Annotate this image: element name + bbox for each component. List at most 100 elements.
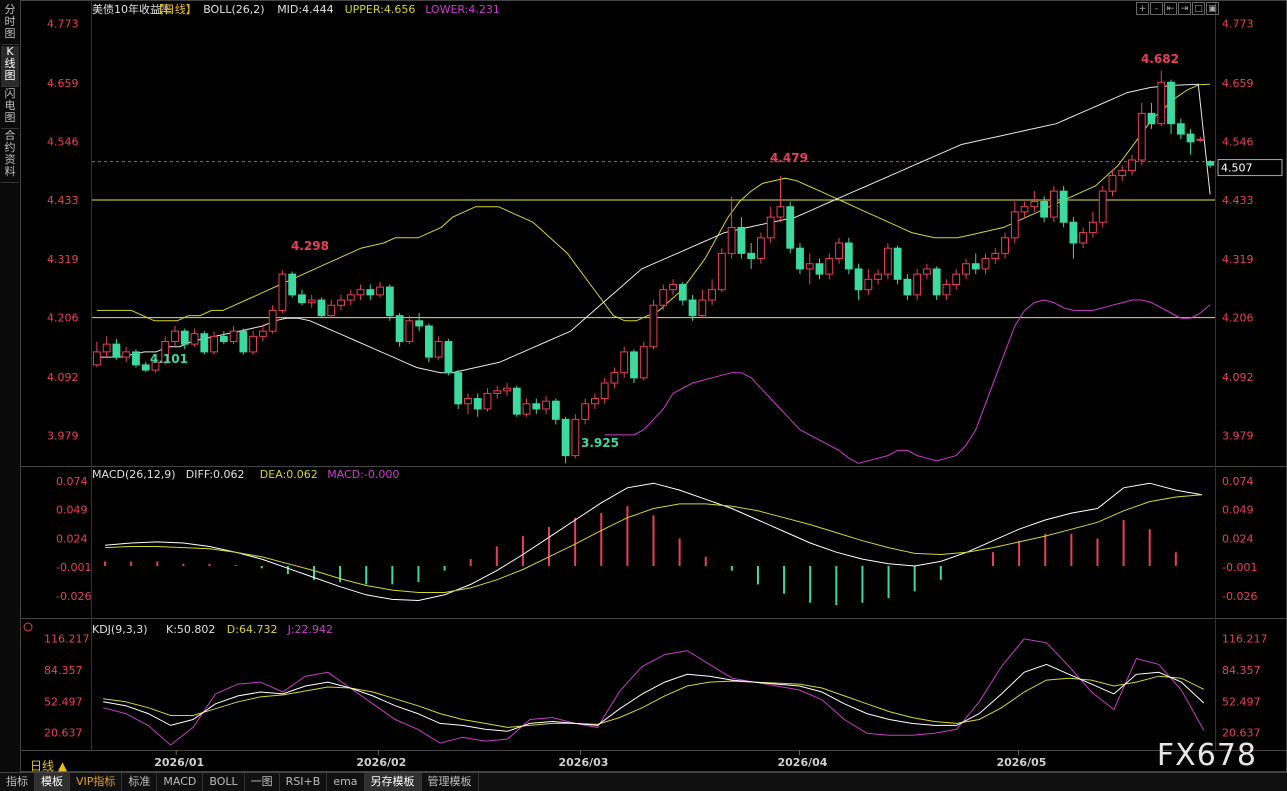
candle-body <box>766 216 775 239</box>
candle-body <box>659 289 668 306</box>
price-tick-right: 4.773 <box>1222 18 1254 31</box>
kdj-d-line <box>103 675 1205 728</box>
candle-body <box>893 247 902 280</box>
candle-body <box>1040 201 1049 218</box>
candle-body <box>874 273 883 280</box>
kdj-tick-right: 84.357 <box>1222 664 1261 677</box>
candle-body <box>249 335 258 353</box>
date-label: 2026/02 <box>356 756 406 769</box>
annotation-peak-mar: 4.479 <box>770 151 808 165</box>
toolbar-btn-0[interactable]: + <box>1136 2 1149 15</box>
price-tick-right: 4.659 <box>1222 77 1254 90</box>
bottom-tab-9[interactable]: 另存模板 <box>364 773 422 791</box>
candle-body <box>1118 169 1127 177</box>
watermark-logo: FX678 <box>1156 738 1257 773</box>
kdj-header-d: D:64.732 <box>227 623 278 636</box>
candle-body <box>1186 133 1195 143</box>
kdj-tick-left: 20.637 <box>44 727 83 740</box>
candle-body <box>971 263 980 270</box>
candle-body <box>288 273 297 296</box>
kdj-tick-left: 84.357 <box>44 664 83 677</box>
candle-body <box>669 283 677 291</box>
candle-body <box>405 320 414 343</box>
price-tick-right: 3.979 <box>1222 429 1254 442</box>
candle-body <box>1069 221 1078 244</box>
candle-body <box>1167 81 1175 125</box>
macd-tick-left: 0.074 <box>56 475 88 488</box>
candle-body <box>717 252 726 291</box>
candle-body <box>1137 112 1146 161</box>
macd-header-diff: DIFF:0.062 <box>186 468 245 481</box>
kdj-header-j: J:22.942 <box>287 623 333 636</box>
candle-body <box>376 286 384 296</box>
macd-tick-right: -0.026 <box>1222 590 1257 603</box>
candle-body <box>756 237 765 260</box>
candle-body <box>532 403 541 410</box>
candle-body <box>678 283 687 301</box>
candle-body <box>747 252 756 260</box>
candle-body <box>122 351 131 358</box>
candle-body <box>327 304 336 317</box>
candle-body <box>317 299 326 317</box>
candle-body <box>415 320 424 327</box>
toolbar-btn-5[interactable]: ▣ <box>1206 2 1219 15</box>
candle-body <box>815 263 824 275</box>
candle-body <box>171 330 179 343</box>
kdj-tick-left: 52.497 <box>44 695 83 708</box>
candle-body <box>1030 201 1039 208</box>
candle-body <box>92 351 101 366</box>
candle-body <box>854 268 863 291</box>
candle-body <box>239 330 248 353</box>
price-tick-left: 4.659 <box>47 77 79 90</box>
toolbar-btn-3[interactable]: ⇥ <box>1178 2 1191 15</box>
candle-body <box>503 387 511 392</box>
candle-body <box>932 268 941 296</box>
date-label: 2026/04 <box>777 756 827 769</box>
candle-body <box>649 304 658 348</box>
toolbar-btn-2[interactable]: ⇤ <box>1164 2 1177 15</box>
macd-tick-left: -0.001 <box>56 561 91 574</box>
price-tick-right: 4.319 <box>1222 253 1254 266</box>
price-tick-left: 4.433 <box>47 194 79 207</box>
candle-body <box>590 398 599 405</box>
bottom-tab-5[interactable]: BOLL <box>203 773 245 791</box>
bottom-tab-7[interactable]: RSI+B <box>280 773 328 791</box>
bottom-tab-2[interactable]: VIP指标 <box>70 773 123 791</box>
toolbar-btn-1[interactable]: - <box>1150 2 1163 15</box>
date-label: 2026/01 <box>154 756 204 769</box>
bottom-tab-8[interactable]: ema <box>327 773 365 791</box>
price-tick-left: 4.773 <box>47 18 79 31</box>
candle-body <box>395 315 404 343</box>
candle-body <box>708 289 717 301</box>
kdj-settings-icon <box>23 622 33 632</box>
candle-body <box>1010 211 1019 239</box>
candle-body <box>786 206 795 249</box>
macd-tick-right: -0.001 <box>1222 561 1257 574</box>
candle-body <box>864 278 873 291</box>
bottom-tab-4[interactable]: MACD <box>157 773 204 791</box>
candle-body <box>1079 232 1088 244</box>
candle-body <box>1147 112 1156 125</box>
candle-body <box>727 226 736 254</box>
candle-body <box>1089 221 1097 234</box>
candle-body <box>434 341 443 358</box>
bottom-tab-0[interactable]: 指标 <box>0 773 35 791</box>
macd-header-dea: DEA:0.062 <box>260 468 318 481</box>
kdj-tick-right: 116.217 <box>1222 633 1268 646</box>
header-lower: LOWER:4.231 <box>425 3 500 16</box>
candle-body <box>464 398 472 405</box>
candle-body <box>307 299 316 304</box>
bottom-tab-6[interactable]: 一图 <box>245 773 280 791</box>
price-tick-left: 4.092 <box>47 371 79 384</box>
annotation-high: 4.682 <box>1141 52 1179 66</box>
chart-canvas: 4.773 4.773 4.659 4.659 4.546 4.546 4.433 4.433… <box>20 0 1287 772</box>
bottom-tab-10[interactable]: 管理模板 <box>422 773 479 791</box>
toolbar-btn-4[interactable]: □ <box>1192 2 1205 15</box>
bottom-tab-1[interactable]: 模板 <box>35 773 70 791</box>
macd-tick-left: 0.049 <box>56 504 88 517</box>
candle-body <box>883 247 892 275</box>
candle-body <box>444 341 453 374</box>
bottom-tab-3[interactable]: 标准 <box>122 773 158 791</box>
kdj-tick-left: 116.217 <box>44 633 90 646</box>
date-label: 2026/05 <box>996 756 1046 769</box>
